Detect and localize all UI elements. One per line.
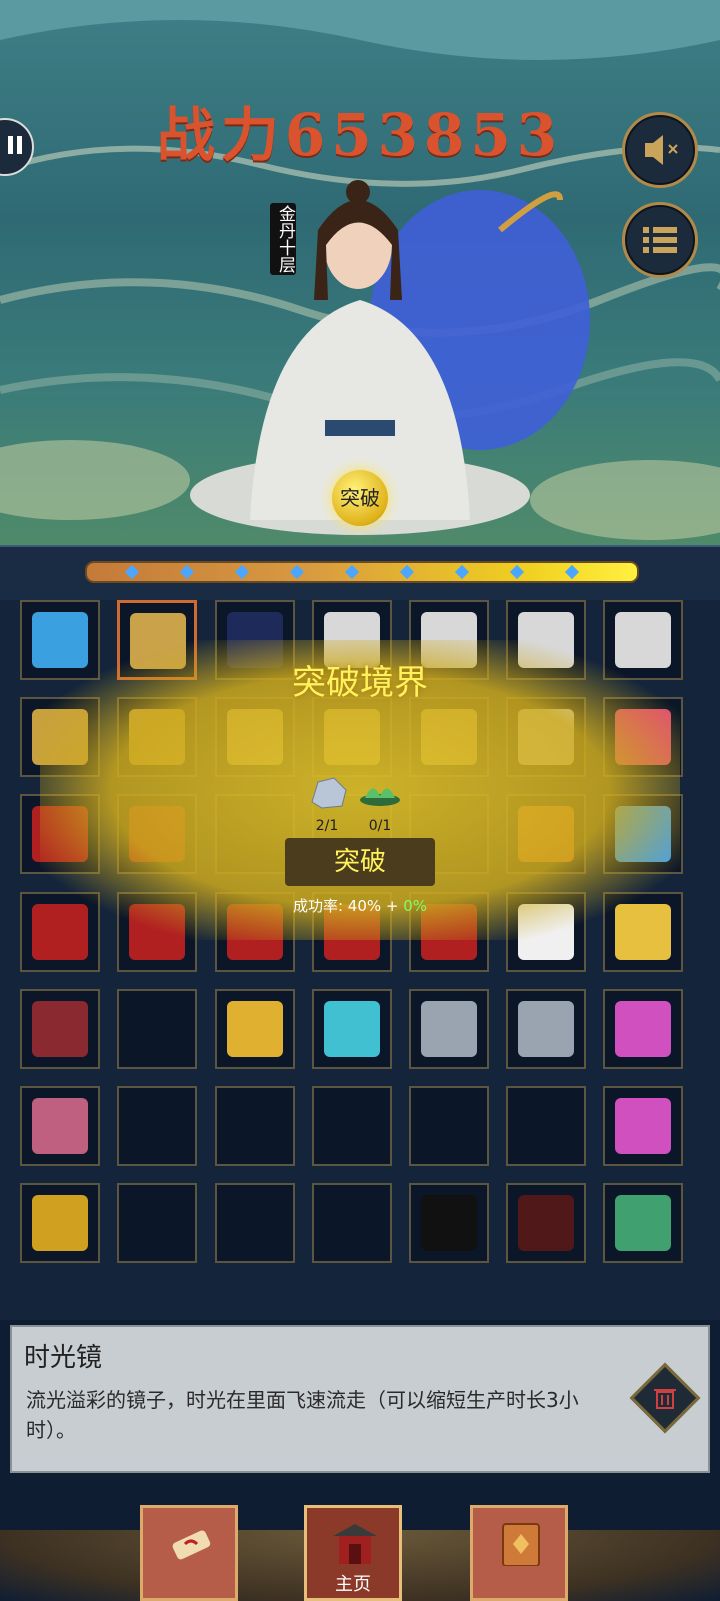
inventory-slot[interactable] [409,1086,489,1166]
combat-power: 战力653853 [156,101,564,169]
inventory-slot[interactable] [215,1183,295,1263]
item-name: 时光镜 [24,1343,103,1373]
progress-dot [234,564,250,580]
requirement-count: 0/1 [368,818,392,834]
inventory-slot[interactable] [20,1183,100,1263]
progress-dot [509,564,525,580]
success-rate-label: 成功率: [292,897,343,915]
inventory-slot[interactable] [215,989,295,1069]
inventory-slot[interactable] [506,1086,586,1166]
item-description: 流光溢彩的镜子，时光在里面飞速流走（可以缩短生产时长3小时）。 [26,1388,579,1442]
cultivation-scene: 战力653853 金丹十层 突破 [0,0,720,545]
progress-dot [179,564,195,580]
realm-rank-label: 金丹十层 [270,203,296,275]
tab-label: 主页 [335,1574,371,1595]
temple-icon [333,1524,377,1564]
breakthrough-confirm-button[interactable]: 突破 [285,838,435,886]
sound-button[interactable] [622,112,698,188]
discard-button[interactable] [629,1362,701,1434]
scroll-icon [172,1530,211,1560]
success-rate: 成功率: 40% + 0% [0,895,720,916]
inventory-slot[interactable] [409,1183,489,1263]
list-menu-icon [643,227,677,253]
progress-dot [399,564,415,580]
red-gem-icon [32,1001,88,1057]
spider-icon [518,1195,574,1251]
book-icon [502,1523,540,1566]
inventory-slot[interactable] [117,1086,197,1166]
inventory-slot[interactable] [603,1086,683,1166]
trash-icon [654,1389,676,1409]
gold-pot-icon [32,1195,88,1251]
menu-button[interactable] [622,202,698,278]
green-crystal-icon [615,1195,671,1251]
inventory-slot[interactable] [215,1086,295,1166]
silver-ore-icon [518,1001,574,1057]
pink-gem-icon [615,1098,671,1154]
inventory-slot[interactable] [506,989,586,1069]
progress-dot [564,564,580,580]
inventory-slot[interactable] [409,989,489,1069]
progress-dot [454,564,470,580]
silver-ore-icon [421,1001,477,1057]
book-tab[interactable] [470,1505,568,1601]
breakthrough-orb-button[interactable]: 突破 [332,470,388,526]
inventory-slot[interactable] [506,1183,586,1263]
plus-sign: + [385,897,399,915]
pink-gem-icon [615,1001,671,1057]
inventory-slot[interactable] [117,1183,197,1263]
pause-icon [8,136,13,154]
inventory-slot[interactable] [20,1086,100,1166]
gold-ingot-icon [227,1001,283,1057]
home-tab[interactable]: 主页 [304,1505,402,1601]
cloud-background [0,0,720,540]
blue-crystal-icon [324,1001,380,1057]
success-rate-value: 40% [347,897,382,915]
sound-off-icon [645,135,678,165]
inventory-slot[interactable] [312,1183,392,1263]
pink-orb-icon [32,1098,88,1154]
cultivation-progress-bar [85,561,639,583]
scroll-tab[interactable] [140,1505,238,1601]
inventory-slot[interactable] [603,989,683,1069]
inventory-slot[interactable] [20,989,100,1069]
requirement-count: 2/1 [315,818,339,834]
progress-dot [289,564,305,580]
item-description-panel: 时光镜 流光溢彩的镜子，时光在里面飞速流走（可以缩短生产时长3小时）。 [10,1325,710,1473]
green-lotus-icon [360,788,400,806]
inventory-slot[interactable] [312,1086,392,1166]
crystal-ore-icon [311,777,347,809]
popup-title: 突破境界 [292,663,428,703]
success-bonus-value: 0% [403,897,428,915]
inventory-slot[interactable] [603,1183,683,1263]
black-panther-icon [421,1195,477,1251]
progress-dot [124,564,140,580]
inventory-slot[interactable] [117,989,197,1069]
progress-frame [0,545,720,604]
progress-dot [344,564,360,580]
inventory-slot[interactable] [312,989,392,1069]
